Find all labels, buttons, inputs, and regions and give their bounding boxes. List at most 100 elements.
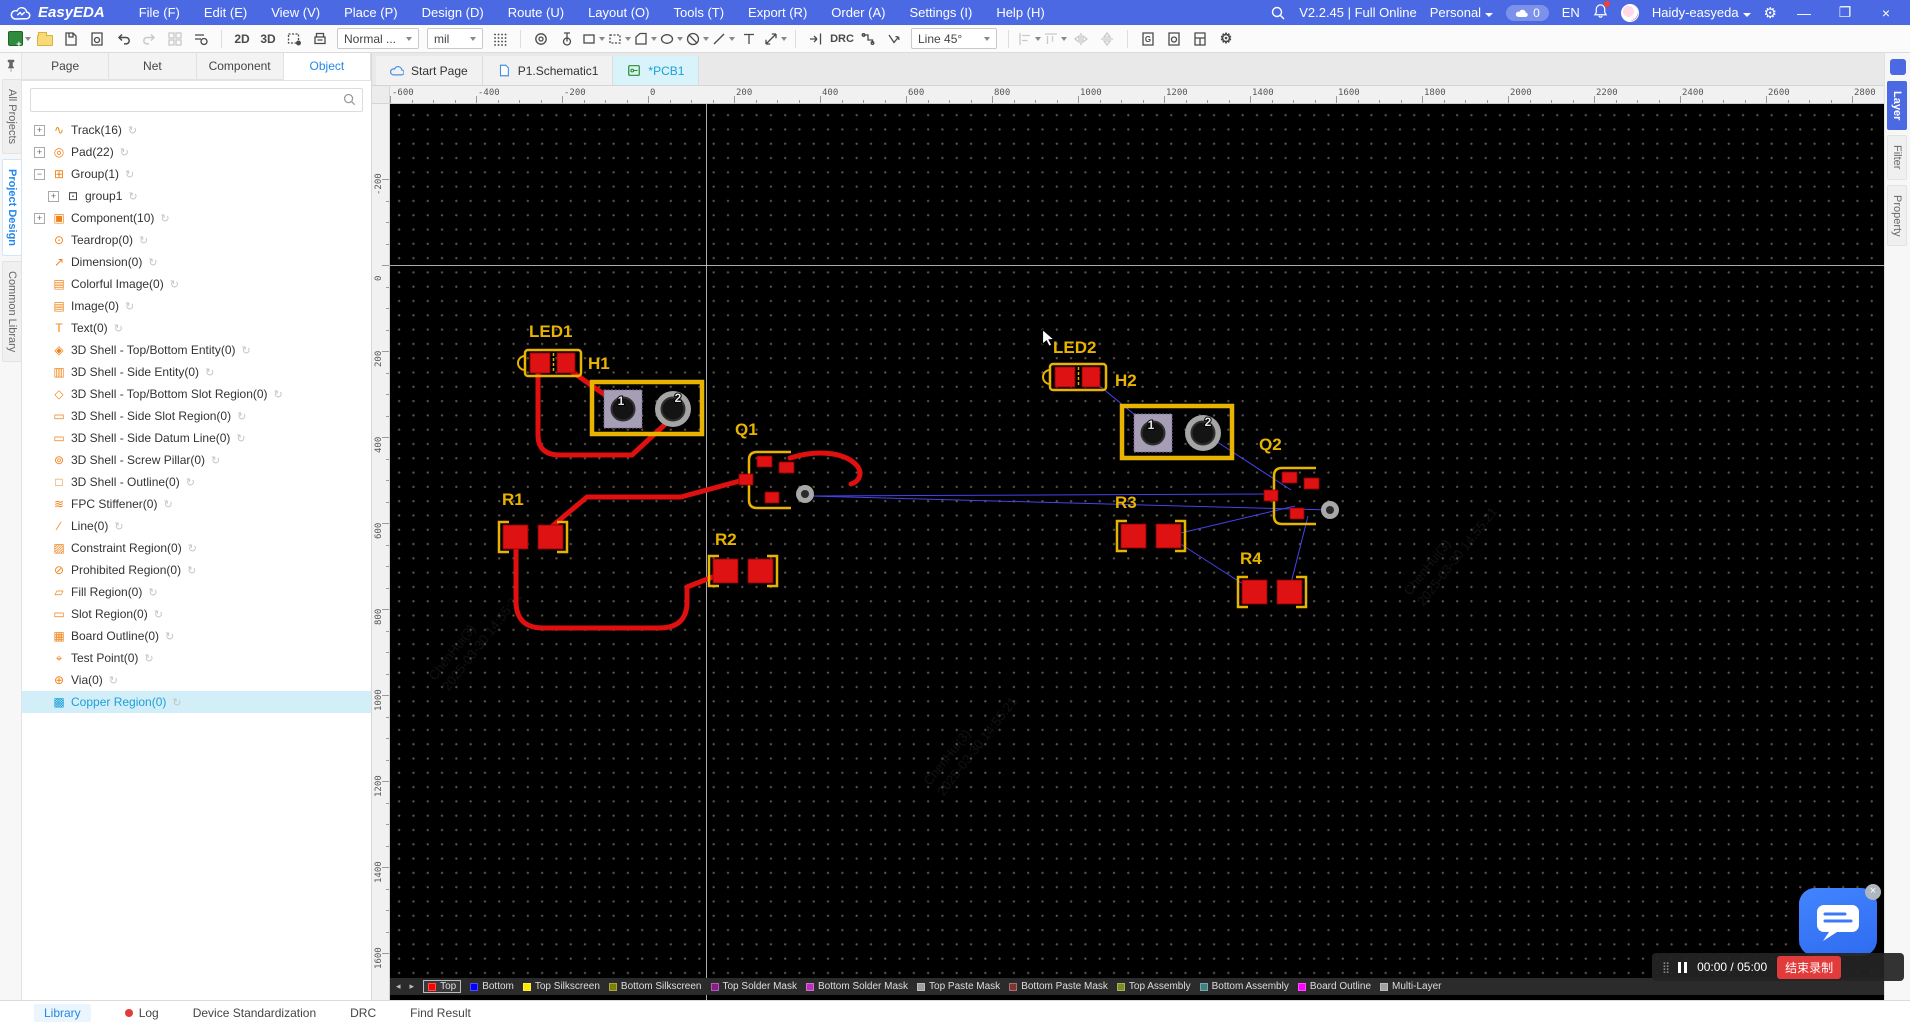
layer-bottom-assembly[interactable]: Bottom Assembly <box>1199 981 1289 992</box>
flip-horizontal-button[interactable] <box>1069 27 1093 51</box>
refresh-icon[interactable]: ↻ <box>236 432 245 445</box>
tree-item-3d-shell-top-bottom-slot-region[interactable]: ◇ 3D Shell - Top/Bottom Slot Region(0) ↻ <box>22 383 371 405</box>
menu-view[interactable]: View (V) <box>259 0 332 25</box>
smd-pad[interactable] <box>747 558 774 584</box>
save-button[interactable] <box>59 27 83 51</box>
tree-item-3d-shell-side-datum-line[interactable]: ▭ 3D Shell - Side Datum Line(0) ↻ <box>22 427 371 449</box>
refresh-icon[interactable]: ↻ <box>154 608 163 621</box>
smd-pad[interactable] <box>529 352 551 374</box>
refresh-icon[interactable]: ↻ <box>148 256 157 269</box>
copper-trace[interactable] <box>547 476 750 531</box>
via-tool-button[interactable] <box>555 27 579 51</box>
refresh-icon[interactable]: ↻ <box>114 322 123 335</box>
smd-pad[interactable] <box>712 558 739 584</box>
component-led1[interactable]: LED1 <box>517 322 583 378</box>
tree-item-copper-region[interactable]: ▩ Copper Region(0) ↻ <box>22 691 371 713</box>
net-tool-button[interactable] <box>856 27 880 51</box>
tree-item-group[interactable]: − ⊞ Group(1) ↻ <box>22 163 371 185</box>
tab-page[interactable]: Page <box>22 53 110 80</box>
tree-item-3d-shell-side-entity[interactable]: ▥ 3D Shell - Side Entity(0) ↻ <box>22 361 371 383</box>
search-icon[interactable] <box>342 92 357 107</box>
smd-pad[interactable] <box>537 524 564 550</box>
status-drc[interactable]: DRC <box>350 1006 376 1020</box>
design-rule-button[interactable] <box>189 27 213 51</box>
refresh-icon[interactable]: ↻ <box>148 586 157 599</box>
stop-recording-button[interactable]: 结束录制 <box>1777 955 1842 979</box>
menu-design[interactable]: Design (D) <box>410 0 496 25</box>
component-h2[interactable]: 1 2 H2 <box>1115 371 1235 461</box>
component-q2[interactable]: Q2 <box>1259 435 1339 526</box>
smd-pad[interactable] <box>1303 477 1320 490</box>
doc-tab-start-page[interactable]: Start Page <box>376 56 483 85</box>
tree-item-constraint-region[interactable]: ▨ Constraint Region(0) ↻ <box>22 537 371 559</box>
rail-tab-project-design[interactable]: Project Design <box>2 159 22 257</box>
menu-order[interactable]: Order (A) <box>819 0 897 25</box>
smd-pad[interactable] <box>756 455 773 468</box>
toolbar-settings-button[interactable]: ⚙ <box>1214 27 1238 51</box>
smd-pad[interactable] <box>764 491 780 504</box>
pause-icon[interactable] <box>1678 961 1688 973</box>
layer-scroll-right-icon[interactable]: ▸ <box>410 981 415 992</box>
layer-board-outline[interactable]: Board Outline <box>1297 981 1371 992</box>
refresh-icon[interactable]: ↻ <box>188 542 197 555</box>
canvas-attr-dropdown[interactable]: Normal ... <box>337 28 419 49</box>
refresh-icon[interactable]: ↻ <box>242 344 251 357</box>
netlist-export-button[interactable] <box>1188 27 1212 51</box>
tree-item-board-outline[interactable]: ▦ Board Outline(0) ↻ <box>22 625 371 647</box>
expander-icon[interactable]: + <box>48 190 59 202</box>
copper-trace[interactable] <box>787 450 863 487</box>
tree-item-pad[interactable]: + ◎ Pad(22) ↻ <box>22 141 371 163</box>
panelize-button[interactable] <box>308 27 332 51</box>
align-top-button[interactable] <box>1043 27 1067 51</box>
clone-button[interactable] <box>163 27 187 51</box>
refresh-icon[interactable]: ↻ <box>128 190 137 203</box>
smd-pad[interactable] <box>1289 507 1305 520</box>
tree-item-dimension[interactable]: ↗ Dimension(0) ↻ <box>22 251 371 273</box>
grid-settings-button[interactable] <box>488 27 512 51</box>
easyeda-logo[interactable]: EasyEDA <box>10 4 105 21</box>
fill-region-tool-button[interactable] <box>633 27 657 51</box>
menu-edit[interactable]: Edit (E) <box>192 0 259 25</box>
refresh-icon[interactable]: ↻ <box>237 410 246 423</box>
refresh-icon[interactable]: ↻ <box>165 630 174 643</box>
settings-gear-icon[interactable]: ⚙ <box>1764 4 1777 22</box>
doc-tab-pcb1[interactable]: *PCB1 <box>613 56 700 85</box>
route-mode-dropdown[interactable]: Line 45° <box>911 28 997 49</box>
layer-bottom[interactable]: Bottom <box>470 981 514 992</box>
tree-item-via[interactable]: ⊕ Via(0) ↻ <box>22 669 371 691</box>
refresh-icon[interactable]: ↻ <box>114 520 123 533</box>
rail-tab-filter[interactable]: Filter <box>1887 135 1907 180</box>
tree-item-3d-shell-outline[interactable]: □ 3D Shell - Outline(0) ↻ <box>22 471 371 493</box>
smd-pad[interactable] <box>556 352 576 374</box>
route-button[interactable] <box>804 27 828 51</box>
expander-icon[interactable]: − <box>34 168 45 180</box>
smd-pad[interactable] <box>1054 366 1076 388</box>
maximize-button[interactable]: ❐ <box>1831 4 1859 21</box>
menu-file[interactable]: File (F) <box>127 0 192 25</box>
tree-item-test-point[interactable]: ⌖ Test Point(0) ↻ <box>22 647 371 669</box>
layer-bottom-silkscreen[interactable]: Bottom Silkscreen <box>608 981 702 992</box>
region-tool-button[interactable] <box>607 27 631 51</box>
refresh-icon[interactable]: ↻ <box>160 212 169 225</box>
expander-icon[interactable]: + <box>34 212 45 224</box>
undo-button[interactable] <box>111 27 135 51</box>
smd-pad[interactable] <box>1263 489 1279 502</box>
smd-pad[interactable] <box>1081 366 1101 388</box>
layer-top-silkscreen[interactable]: Top Silkscreen <box>522 981 600 992</box>
ellipse-tool-button[interactable] <box>659 27 683 51</box>
pcb-canvas[interactable]: ChenHui(3) 2025-03-30 14:55:21 ChenHui(3) 2… <box>390 104 1884 1000</box>
expander-icon[interactable]: + <box>34 146 45 158</box>
refresh-icon[interactable]: ↻ <box>205 366 214 379</box>
menu-export[interactable]: Export (R) <box>736 0 819 25</box>
refresh-icon[interactable]: ↻ <box>120 146 129 159</box>
close-icon[interactable]: × <box>1865 884 1881 900</box>
menu-layout[interactable]: Layout (O) <box>576 0 661 25</box>
refresh-icon[interactable]: ↻ <box>125 300 134 313</box>
smd-pad[interactable] <box>1241 579 1268 605</box>
pin-icon[interactable] <box>5 59 17 73</box>
open-button[interactable] <box>33 27 57 51</box>
drag-handle-icon[interactable]: ⣿ <box>1662 961 1670 974</box>
smd-pad[interactable] <box>738 473 754 486</box>
route-angle-button[interactable] <box>882 27 906 51</box>
close-button[interactable]: × <box>1872 5 1900 21</box>
